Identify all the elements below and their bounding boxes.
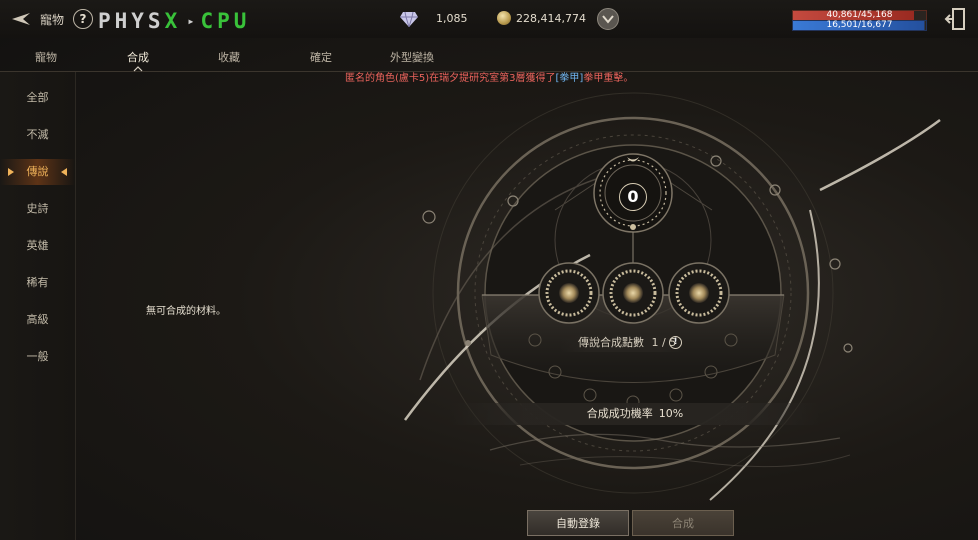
success-rate-bar: 合成成功機率 10%	[450, 403, 820, 425]
sidebar-item-normal[interactable]: 一般	[0, 344, 75, 370]
material-slot-1[interactable]	[538, 262, 600, 324]
tab-confirm[interactable]: 確定	[310, 49, 332, 65]
tab-bar: 寵物 合成 收藏 確定 外型變換	[0, 43, 978, 72]
gold-coin-icon	[497, 11, 511, 25]
tab-synthesis[interactable]: 合成	[127, 49, 149, 65]
center-result-count: 0	[619, 183, 647, 211]
top-bar: 寵物 ? PHYSX ▸ CPU 1,085 228,414,774 40,861/…	[0, 0, 978, 38]
arrow-left-icon	[61, 168, 67, 176]
tab-collection[interactable]: 收藏	[218, 49, 240, 65]
arrow-right-icon	[8, 168, 14, 176]
sidebar-item-immortal[interactable]: 不滅	[0, 122, 75, 148]
pet-synthesis-screen: 寵物 ? PHYSX ▸ CPU 1,085 228,414,774 40,861/…	[0, 0, 978, 540]
sidebar-item-all[interactable]: 全部	[0, 85, 75, 111]
auto-register-button[interactable]: 自動登錄	[527, 510, 629, 536]
sidebar-item-legendary[interactable]: 傳說	[0, 159, 75, 185]
mp-text: 16,501/16,677	[826, 20, 893, 30]
synthesis-circle	[403, 92, 941, 501]
logo-arrow-icon: ▸	[187, 14, 195, 28]
currency-expand-button[interactable]	[597, 8, 619, 30]
material-slot-3[interactable]	[668, 262, 730, 324]
sidebar-item-rare[interactable]: 稀有	[0, 270, 75, 296]
material-slot-2[interactable]	[602, 262, 664, 324]
success-rate-value: 10%	[658, 407, 684, 420]
sidebar-item-hero[interactable]: 英雄	[0, 233, 75, 259]
active-tab-indicator-icon	[133, 66, 143, 72]
info-icon[interactable]: !	[669, 336, 682, 349]
tab-pet[interactable]: 寵物	[35, 49, 57, 65]
diamond-icon	[400, 11, 418, 27]
points-label: 傳說合成點數	[578, 336, 644, 349]
legendary-points-bar: 傳說合成點數 1 / 5 !	[560, 333, 685, 352]
empty-materials-message: 無可合成的材料。	[146, 306, 226, 317]
physx-logo: PHYSX ▸ CPU	[98, 10, 250, 32]
chevron-down-icon	[602, 15, 614, 24]
tab-appearance-change[interactable]: 外型變換	[390, 49, 434, 65]
help-icon[interactable]: ?	[73, 9, 93, 29]
mp-bar: 16,501/16,677	[792, 20, 927, 31]
exit-door-icon[interactable]	[944, 7, 966, 31]
sidebar-item-epic[interactable]: 史詩	[0, 196, 75, 222]
gold-count: 228,414,774	[516, 12, 586, 25]
diamond-count: 1,085	[436, 12, 468, 25]
logo-x-text: X	[164, 9, 182, 33]
sidebar-item-label: 傳說	[26, 165, 49, 178]
window-title: 寵物	[40, 13, 65, 27]
logo-cpu-text: CPU	[200, 9, 251, 33]
sidebar-item-advanced[interactable]: 高級	[0, 307, 75, 333]
synthesize-button[interactable]: 合成	[632, 510, 734, 536]
success-rate-label: 合成成功機率	[586, 407, 653, 420]
hp-text: 40,861/45,168	[826, 10, 893, 20]
grade-filter-sidebar: 全部 不滅 傳說 史詩 英雄 稀有 高級 一般	[0, 72, 76, 540]
back-arrow-icon[interactable]	[6, 9, 32, 29]
logo-physx-text: PHYS	[98, 9, 165, 33]
